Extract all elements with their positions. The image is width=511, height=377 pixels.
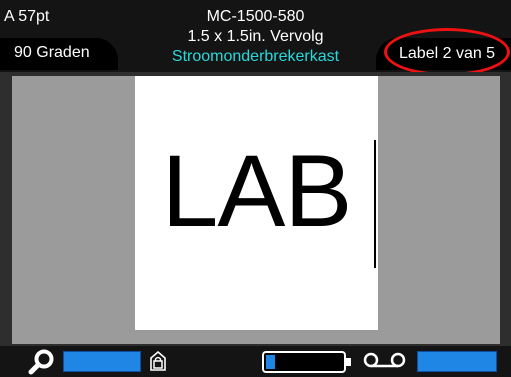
cassette-icon <box>363 352 406 368</box>
label-text[interactable]: LAB <box>135 140 378 242</box>
label-model: MC-1500-580 <box>206 8 305 25</box>
bottom-toolbar <box>0 346 511 377</box>
zoom-icon[interactable] <box>14 348 58 376</box>
lock-icon[interactable] <box>148 349 168 373</box>
ribbon-status-button[interactable] <box>417 351 497 372</box>
red-annotation-circle <box>384 28 510 76</box>
status-header: A 57pt 90 Graden MC-1500-580 1.5 x 1.5in… <box>0 0 511 76</box>
battery-icon <box>262 351 351 373</box>
printer-screen: A 57pt 90 Graden MC-1500-580 1.5 x 1.5in… <box>0 0 511 377</box>
text-cursor <box>374 140 376 268</box>
label-preview[interactable]: LAB <box>135 76 378 330</box>
zoom-slider-button[interactable] <box>63 351 141 372</box>
